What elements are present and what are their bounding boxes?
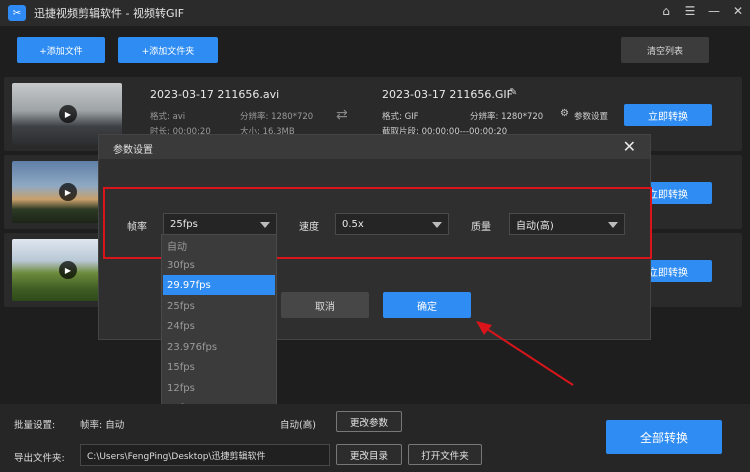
clear-list-button[interactable]: 清空列表 [621,37,709,63]
dropdown-option[interactable]: 30fps [163,255,275,275]
source-resolution: 分辨率: 1280*720 [240,112,314,122]
dropdown-option-selected[interactable]: 29.97fps [163,275,275,295]
settings-gear-icon[interactable]: ⚙ [560,108,569,119]
dropdown-option[interactable]: 23.976fps [163,337,275,357]
app-title: 迅捷视频剪辑软件 - 视频转GIF [34,7,185,20]
change-directory-button[interactable]: 更改目录 [336,444,402,465]
change-params-button[interactable]: 更改参数 [336,411,402,432]
output-file-name: 2023-03-17 211656.GIF [382,88,514,101]
title-bar: ✂ 迅捷视频剪辑软件 - 视频转GIF ⌂ ☰ — ✕ [0,0,750,26]
menu-icon[interactable]: ☰ [684,4,696,18]
output-format: 格式: GIF [382,112,419,122]
params-settings-link[interactable]: 参数设置 [574,110,608,122]
source-format: 格式: avi [150,112,186,122]
home-icon[interactable]: ⌂ [660,4,672,18]
cancel-button[interactable]: 取消 [281,292,369,318]
add-file-button[interactable]: +添加文件 [17,37,105,63]
ok-button[interactable]: 确定 [383,292,471,318]
minimize-icon[interactable]: — [708,4,720,18]
batch-settings-label: 批量设置: [14,420,56,431]
dropdown-option[interactable]: 自动 [163,235,275,255]
dialog-close-icon[interactable]: ✕ [623,137,636,156]
dialog-title: 参数设置 [113,145,153,156]
batch-quality: 自动(高) [280,420,316,431]
batch-framerate: 帧率: 自动 [80,420,125,431]
convert-now-button[interactable]: 立即转换 [624,104,712,126]
open-folder-button[interactable]: 打开文件夹 [408,444,482,465]
close-icon[interactable]: ✕ [732,4,744,18]
dropdown-option[interactable]: 24fps [163,316,275,336]
annotation-arrow [476,321,574,386]
convert-arrow-icon: ⇄ [336,107,348,123]
dropdown-option[interactable]: 15fps [163,357,275,377]
dropdown-option[interactable]: 12fps [163,378,275,398]
dropdown-option[interactable]: 25fps [163,296,275,316]
export-folder-label: 导出文件夹: [14,453,65,464]
edit-icon[interactable]: ✎ [509,87,517,98]
play-icon[interactable]: ▶ [59,183,77,201]
play-icon[interactable]: ▶ [59,261,77,279]
app-logo-icon: ✂ [8,5,26,21]
convert-all-button[interactable]: 全部转换 [606,420,722,454]
output-resolution: 分辨率: 1280*720 [470,112,544,122]
add-folder-button[interactable]: +添加文件夹 [118,37,218,63]
source-file-name: 2023-03-17 211656.avi [150,88,280,101]
export-path-field[interactable]: C:\Users\FengPing\Desktop\迅捷剪辑软件 [80,444,330,466]
dialog-header: 参数设置 ✕ [99,135,650,159]
play-icon[interactable]: ▶ [59,105,77,123]
